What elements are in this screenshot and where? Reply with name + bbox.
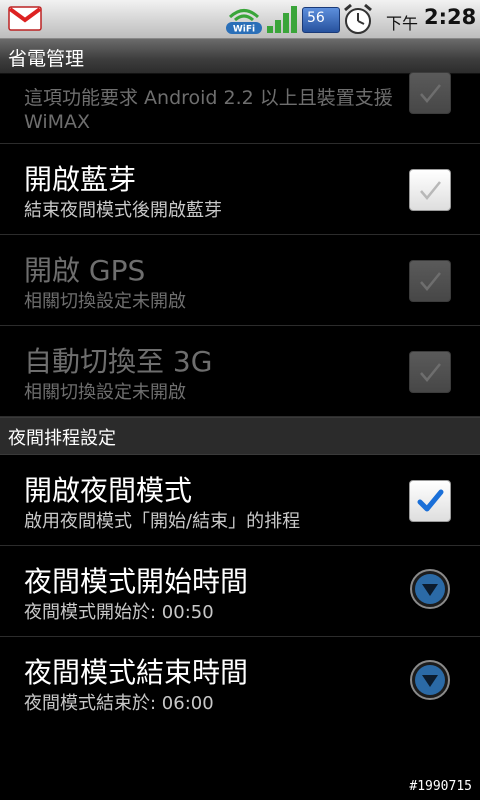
- item-title: 夜間模式開始時間: [24, 565, 249, 598]
- item-summary: 這項功能要求 Android 2.2 以上且裝置支援 WiMAX: [24, 87, 393, 133]
- item-summary: 相關切換設定未開啟: [24, 291, 186, 312]
- list-item-enable-night-mode[interactable]: 開啟夜間模式 啟用夜間模式「開始/結束」的排程: [0, 455, 480, 546]
- checkmark-icon: [417, 489, 444, 512]
- ampm-label: 下午: [386, 14, 419, 33]
- item-summary: 相關切換設定未開啟: [24, 382, 186, 403]
- item-summary: 夜間模式開始於: 00:50: [24, 602, 214, 623]
- item-title: 開啟夜間模式: [24, 474, 193, 507]
- bluetooth-checkbox[interactable]: [409, 169, 451, 211]
- item-title: 自動切換至 3G: [24, 345, 213, 378]
- list-item-night-end-time[interactable]: 夜間模式結束時間 夜間模式結束於: 06:00: [0, 637, 480, 727]
- list-item-night-start-time[interactable]: 夜間模式開始時間 夜間模式開始於: 00:50: [0, 546, 480, 637]
- watermark: #1990715: [409, 779, 472, 794]
- section-title: 夜間排程設定: [8, 428, 116, 449]
- chevron-down-icon[interactable]: [409, 659, 451, 701]
- gmail-icon: [8, 6, 42, 31]
- chevron-down-icon[interactable]: [409, 568, 451, 610]
- list-item-wimax: 這項功能要求 Android 2.2 以上且裝置支援 WiMAX: [0, 72, 480, 144]
- item-title: 開啟 GPS: [24, 254, 146, 287]
- svg-text:WiFi: WiFi: [233, 25, 255, 35]
- item-title: 開啟藍芽: [24, 163, 137, 196]
- gps-checkbox: [409, 260, 451, 302]
- section-header-night-schedule: 夜間排程設定: [0, 417, 480, 455]
- list-item-3g: 自動切換至 3G 相關切換設定未開啟: [0, 326, 480, 417]
- item-summary: 啟用夜間模式「開始/結束」的排程: [24, 511, 301, 532]
- battery-level: 56: [307, 10, 325, 26]
- list-item-bluetooth[interactable]: 開啟藍芽 結束夜間模式後開啟藍芽: [0, 144, 480, 235]
- page-title: 省電管理: [8, 48, 85, 70]
- checkbox: [409, 72, 451, 114]
- list-item-gps: 開啟 GPS 相關切換設定未開啟: [0, 235, 480, 326]
- 3g-checkbox: [409, 351, 451, 393]
- status-bar: WiFi 56 下午 2:28: [0, 0, 480, 39]
- checkmark-icon: [420, 181, 441, 200]
- battery-icon: 56: [302, 7, 340, 33]
- item-summary: 夜間模式結束於: 06:00: [24, 693, 214, 714]
- checkmark-icon: [420, 84, 441, 103]
- alarm-clock-icon: [344, 3, 372, 34]
- signal-strength-icon: [267, 6, 297, 33]
- wifi-icon: WiFi: [226, 9, 262, 35]
- clock-time: 2:28: [424, 5, 477, 29]
- item-title: 夜間模式結束時間: [24, 656, 249, 689]
- item-summary: 結束夜間模式後開啟藍芽: [24, 200, 222, 221]
- checkmark-icon: [420, 272, 441, 291]
- title-bar: 省電管理: [0, 39, 480, 74]
- checkmark-icon: [420, 363, 441, 382]
- night-mode-checkbox[interactable]: [409, 480, 451, 522]
